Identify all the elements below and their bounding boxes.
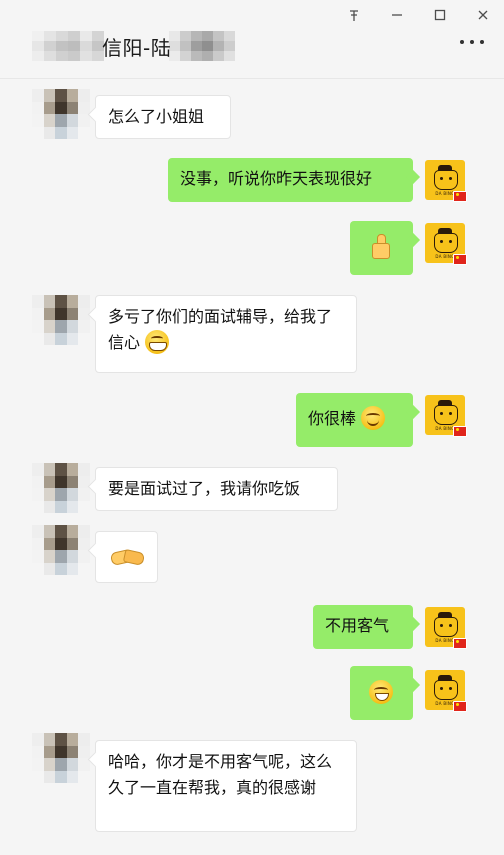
message-bubble[interactable]: 多亏了你们的面试辅导，给我了信心 — [95, 295, 357, 373]
title-redaction-right — [169, 31, 236, 61]
flag-icon — [453, 701, 467, 712]
maximize-icon[interactable] — [418, 0, 461, 30]
smile-emoji-icon — [361, 406, 386, 430]
message-bubble[interactable] — [95, 531, 158, 583]
message-bubble[interactable]: 怎么了小姐姐 — [95, 95, 231, 139]
contact-avatar[interactable] — [32, 733, 90, 783]
message-text: 你很棒 — [308, 409, 357, 428]
contact-avatar[interactable] — [32, 89, 90, 139]
message-bubble[interactable]: 你很棒 — [296, 393, 413, 447]
message-bubble[interactable]: 没事，听说你昨天表现很好 — [168, 158, 413, 202]
message-text: 怎么了小姐姐 — [108, 107, 205, 126]
message-text: 哈哈，你才是不用客气呢，这么久了一直在帮我，真的很感谢 — [108, 752, 333, 797]
contact-avatar[interactable] — [32, 525, 90, 575]
flag-icon — [453, 254, 467, 265]
title-redaction-left — [32, 31, 104, 61]
message-bubble[interactable] — [350, 221, 413, 275]
message-text: 要是面试过了，我请你吃饭 — [108, 479, 301, 498]
message-list[interactable]: 怎么了小姐姐 没事，听说你昨天表现很好 DA BING DA BING 多亏了你… — [0, 79, 504, 855]
title-bar: 信阳-陆 — [0, 0, 504, 79]
message-bubble[interactable]: 哈哈，你才是不用客气呢，这么久了一直在帮我，真的很感谢 — [95, 740, 357, 832]
flag-icon — [453, 426, 467, 437]
pin-icon[interactable] — [332, 0, 375, 30]
message-bubble[interactable]: 要是面试过了，我请你吃饭 — [95, 467, 338, 511]
message-bubble[interactable]: 不用客气 — [313, 605, 413, 649]
close-icon[interactable] — [461, 0, 504, 30]
chat-window: 信阳-陆 怎么了小姐姐 没事，听说你昨天表现很好 DA BING DA BING… — [0, 0, 504, 855]
minimize-icon[interactable] — [375, 0, 418, 30]
thumbs-up-icon — [368, 233, 394, 259]
handshake-icon — [109, 544, 146, 568]
message-text: 多亏了你们的面试辅导，给我了信心 — [108, 307, 333, 352]
laugh-emoji-icon — [369, 680, 393, 704]
flag-icon — [453, 191, 467, 202]
contact-avatar[interactable] — [32, 463, 90, 513]
window-controls — [332, 0, 504, 30]
more-options-icon[interactable] — [460, 40, 484, 44]
message-text: 没事，听说你昨天表现很好 — [180, 169, 373, 188]
chat-title: 信阳-陆 — [32, 26, 236, 66]
message-bubble[interactable] — [350, 666, 413, 720]
flag-icon — [453, 638, 467, 649]
grin-emoji-icon — [145, 330, 170, 354]
message-text: 不用客气 — [325, 616, 390, 635]
contact-avatar[interactable] — [32, 295, 90, 345]
chat-title-text: 信阳-陆 — [102, 35, 172, 60]
